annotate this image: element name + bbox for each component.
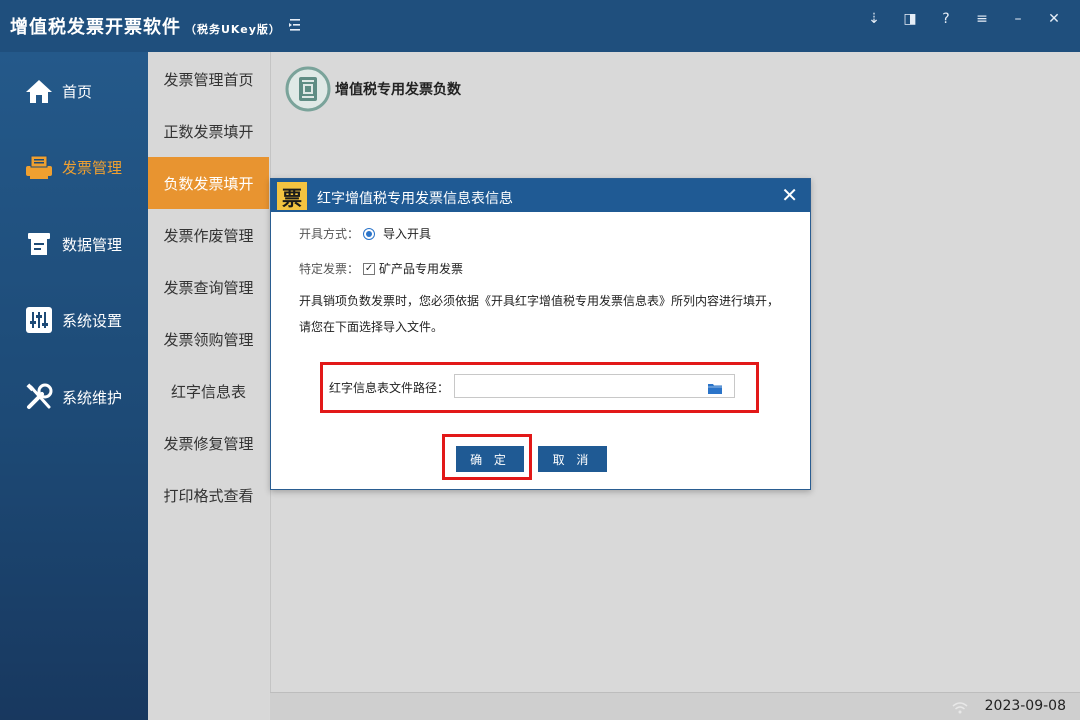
nav-item-label: 首页: [62, 82, 93, 101]
wifi-icon: [952, 700, 968, 714]
invoice-ticket-icon: 票: [277, 182, 307, 210]
close-icon[interactable]: ✕: [1036, 8, 1072, 30]
subnav-item-red-info-table[interactable]: 红字信息表: [148, 365, 269, 417]
tools-icon: [22, 380, 56, 414]
red-info-dialog: 票 红字增值税专用发票信息表信息 ✕ 开具方式： 导入开具 特定发票： ✓ 矿产…: [270, 178, 811, 490]
nav-item-invoice-management[interactable]: 发票管理: [0, 132, 148, 202]
issue-mode-row: 开具方式： 导入开具: [299, 225, 431, 242]
special-invoice-row: 特定发票： ✓ 矿产品专用发票: [299, 260, 463, 277]
nav-item-system-settings[interactable]: 系统设置: [0, 285, 148, 355]
page-title: 增值税专用发票负数: [335, 82, 461, 98]
mineral-product-label[interactable]: 矿产品专用发票: [379, 260, 463, 277]
app-title: 增值税发票开票软件 （税务UKey版）: [10, 13, 281, 39]
status-bar: 2023-09-08: [270, 692, 1080, 720]
sub-sidebar: 发票管理首页 正数发票填开 负数发票填开 发票作废管理 发票查询管理 发票领购管…: [148, 52, 269, 720]
bookmark-icon[interactable]: ◨: [892, 8, 928, 30]
menu-icon[interactable]: ≡: [964, 8, 1000, 30]
nav-item-label: 系统设置: [62, 311, 123, 330]
help-icon[interactable]: ?: [928, 8, 964, 30]
invoice-printer-icon: [22, 150, 56, 184]
minimize-icon[interactable]: –: [1000, 8, 1036, 30]
nav-item-system-maintenance[interactable]: 系统维护: [0, 362, 148, 432]
data-icon: [22, 227, 56, 261]
mineral-product-checkbox[interactable]: ✓: [363, 262, 376, 275]
ok-button[interactable]: 确 定: [456, 446, 524, 472]
subnav-item-negative-invoice[interactable]: 负数发票填开: [148, 157, 269, 209]
subnav-item-invoice-purchase[interactable]: 发票领购管理: [148, 313, 269, 365]
subnav-item-invoice-repair[interactable]: 发票修复管理: [148, 417, 269, 469]
special-invoice-logo-icon: [285, 66, 331, 112]
nav-item-data-management[interactable]: 数据管理: [0, 209, 148, 279]
window-controls: ⇣ ◨ ? ≡ – ✕: [856, 8, 1072, 30]
title-bar: 增值税发票开票软件 （税务UKey版） ⇣ ◨ ? ≡ – ✕: [0, 0, 1080, 52]
special-invoice-label: 特定发票：: [299, 262, 360, 276]
dialog-titlebar: 票 红字增值税专用发票信息表信息 ✕: [271, 179, 810, 212]
download-icon[interactable]: ⇣: [856, 8, 892, 30]
nav-item-label: 数据管理: [62, 235, 123, 254]
app-title-text: 增值税发票开票软件: [10, 17, 181, 38]
dialog-description: 开具销项负数发票时，您必须依据《开具红字增值税专用发票信息表》所列内容进行填开，…: [299, 294, 780, 334]
settings-sliders-icon: [22, 303, 56, 337]
issue-mode-label: 开具方式：: [299, 227, 360, 241]
subnav-item-invoice-home[interactable]: 发票管理首页: [148, 53, 269, 105]
dialog-title: 红字增值税专用发票信息表信息: [317, 191, 513, 207]
cancel-button[interactable]: 取 消: [538, 446, 607, 472]
subnav-item-positive-invoice[interactable]: 正数发票填开: [148, 105, 269, 157]
page-header: 增值税专用发票负数: [285, 66, 461, 112]
main-sidebar: 首页 发票管理 数据管理 系统设置 系统维护: [0, 52, 148, 720]
nav-item-home[interactable]: 首页: [0, 56, 148, 126]
home-icon: [22, 74, 56, 108]
nav-item-label: 系统维护: [62, 388, 123, 407]
subnav-item-print-format[interactable]: 打印格式查看: [148, 469, 269, 521]
nav-item-label: 发票管理: [62, 158, 123, 177]
folder-icon[interactable]: [708, 379, 722, 394]
file-path-input[interactable]: [454, 374, 735, 398]
import-radio-label[interactable]: 导入开具: [383, 225, 431, 242]
collapse-menu-button[interactable]: [284, 14, 306, 36]
import-radio[interactable]: [363, 227, 376, 240]
subnav-item-invoice-query[interactable]: 发票查询管理: [148, 261, 269, 313]
file-path-label: 红字信息表文件路径：: [329, 381, 450, 395]
app-subtitle: （税务UKey版）: [185, 23, 281, 36]
status-date: 2023-09-08: [984, 698, 1066, 714]
collapse-icon: [289, 19, 300, 31]
dialog-close-button[interactable]: ✕: [781, 184, 798, 206]
subnav-item-void-invoice[interactable]: 发票作废管理: [148, 209, 269, 261]
